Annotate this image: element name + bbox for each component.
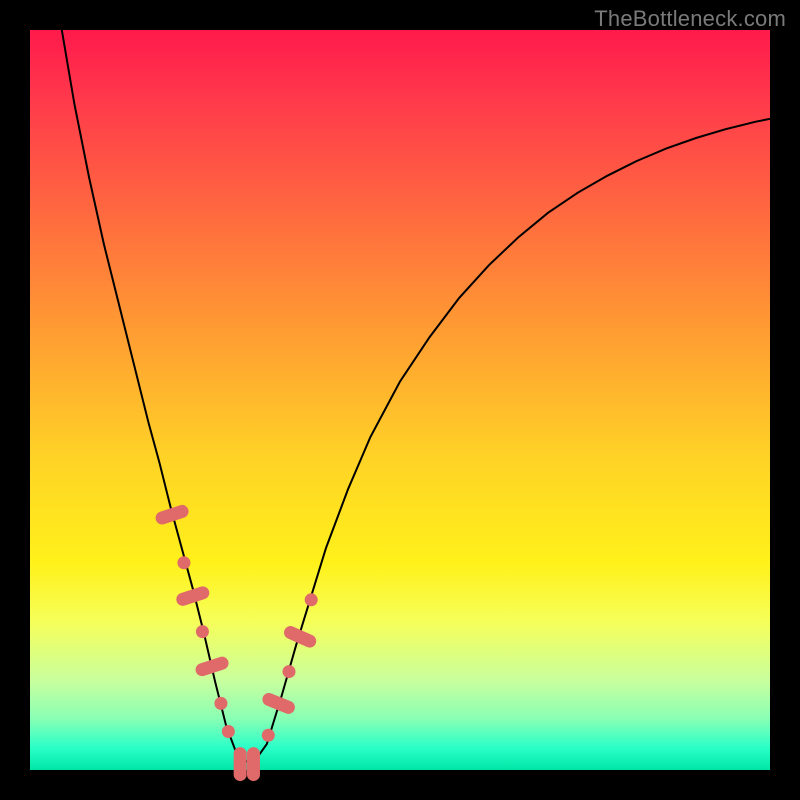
plot-area	[30, 30, 770, 770]
curve-markers	[154, 503, 318, 781]
chart-frame: TheBottleneck.com	[0, 0, 800, 800]
watermark-text: TheBottleneck.com	[594, 6, 786, 32]
curve-line	[62, 30, 770, 765]
chart-svg	[30, 30, 770, 770]
